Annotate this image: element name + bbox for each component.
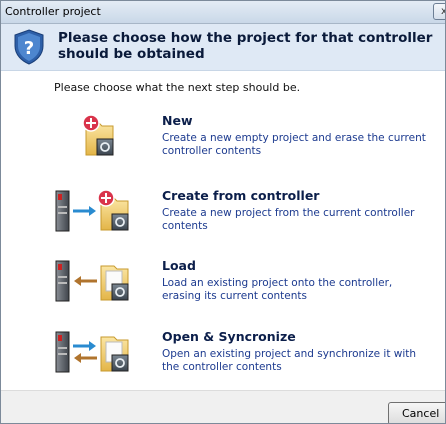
option-description: Create a new project from the current co… bbox=[162, 207, 415, 232]
title-bar[interactable]: Controller project x bbox=[1, 1, 445, 24]
option-title: Load bbox=[162, 258, 196, 273]
new-project-icon bbox=[82, 114, 114, 156]
svg-text:?: ? bbox=[24, 38, 34, 59]
option-title: Create from controller bbox=[162, 188, 320, 203]
close-button[interactable]: x bbox=[433, 3, 445, 20]
option-description: Create a new empty project and erase the… bbox=[162, 132, 426, 157]
option-create-from-controller[interactable]: Create from controller Create a new proj… bbox=[51, 186, 445, 246]
cancel-button[interactable]: Cancel bbox=[388, 402, 445, 423]
controller-project-dialog: Controller project x ? Please choose how… bbox=[0, 0, 446, 424]
option-title: New bbox=[162, 113, 193, 128]
synchronize-project-icon bbox=[55, 331, 129, 373]
controller-to-new-project-icon bbox=[55, 189, 129, 232]
dialog-header: ? Please choose how the project for that… bbox=[1, 24, 445, 71]
load-project-icon bbox=[55, 260, 129, 302]
instruction-text: Please choose what the next step should … bbox=[54, 81, 301, 94]
option-new[interactable]: New Create a new empty project and erase… bbox=[51, 111, 445, 171]
shield-question-icon: ? bbox=[14, 29, 44, 65]
option-description: Open an existing project and synchronize… bbox=[162, 348, 417, 373]
window-title: Controller project bbox=[5, 5, 101, 18]
option-load[interactable]: Load Load an existing project onto the c… bbox=[51, 256, 445, 316]
option-title: Open & Syncronize bbox=[162, 329, 296, 344]
option-description: Load an existing project onto the contro… bbox=[162, 277, 393, 302]
dialog-footer: Cancel bbox=[1, 390, 445, 423]
dialog-heading: Please choose how the project for that c… bbox=[58, 30, 433, 62]
option-open-and-synchronize[interactable]: Open & Syncronize Open an existing proje… bbox=[51, 327, 445, 387]
